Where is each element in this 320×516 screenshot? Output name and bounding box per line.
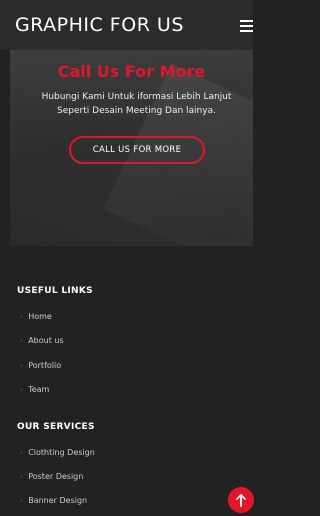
chevron-right-icon: ›	[20, 385, 24, 394]
our-services-heading: OUR SERVICES	[17, 422, 95, 432]
arrow-up-icon	[236, 494, 246, 507]
scroll-to-top-button[interactable]	[228, 487, 254, 513]
chevron-right-icon: ›	[20, 448, 24, 457]
call-us-button[interactable]: CALL US FOR MORE	[69, 136, 205, 164]
footer-link-team[interactable]: › Team	[20, 385, 49, 394]
footer-service-label: Poster Design	[28, 472, 84, 481]
footer-link-label: Team	[28, 385, 50, 394]
footer-service-label: Clothting Design	[28, 448, 95, 457]
footer-link-home[interactable]: › Home	[20, 312, 52, 321]
cta-description-line-1: Hubungi Kami Untuk iformasi Lebih Lanjut	[41, 92, 232, 102]
hamburger-menu-icon[interactable]	[240, 20, 253, 32]
brand-logo-text[interactable]: GRAPHIC FOR US	[15, 14, 184, 36]
footer-service-banner-design[interactable]: › Banner Design	[20, 496, 87, 505]
footer-service-label: Banner Design	[28, 496, 88, 505]
footer-service-clothing-design[interactable]: › Clothting Design	[20, 448, 95, 457]
top-navbar: GRAPHIC FOR US	[0, 0, 253, 50]
chevron-right-icon: ›	[20, 496, 24, 505]
footer-link-portfolio[interactable]: › Portfolio	[20, 361, 61, 370]
chevron-right-icon: ›	[20, 312, 24, 321]
footer-link-label: About us	[28, 336, 64, 345]
footer-link-label: Portfolio	[28, 361, 62, 370]
cta-description: Hubungi Kami Untuk iformasi Lebih Lanjut…	[20, 90, 253, 118]
useful-links-heading: USEFUL LINKS	[17, 286, 93, 296]
cta-heading: Call Us For More	[57, 62, 206, 81]
chevron-right-icon: ›	[20, 361, 24, 370]
footer-link-label: Home	[28, 312, 52, 321]
footer-service-poster-design[interactable]: › Poster Design	[20, 472, 83, 481]
call-to-action-section: Call Us For More Hubungi Kami Untuk ifor…	[10, 50, 253, 246]
cta-description-line-2: Seperti Desain Meeting Dan lainya.	[57, 106, 216, 116]
footer-link-about-us[interactable]: › About us	[20, 336, 64, 345]
chevron-right-icon: ›	[20, 472, 24, 481]
chevron-right-icon: ›	[20, 336, 24, 345]
